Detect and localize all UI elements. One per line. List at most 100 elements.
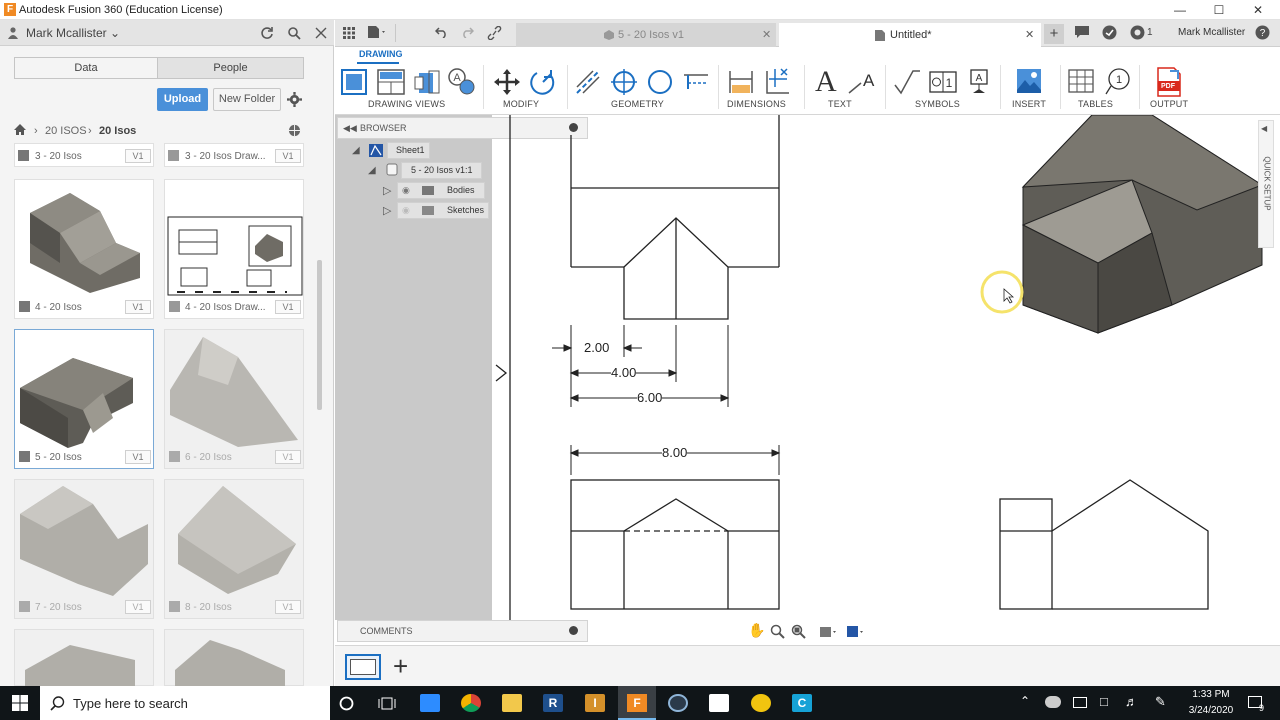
base-view-icon[interactable] — [341, 69, 367, 95]
dimension-label[interactable]: 2.00 — [584, 340, 610, 355]
file-card[interactable]: 4 - 20 Isos Draw... V1 — [164, 179, 304, 319]
sticky-app-icon[interactable] — [751, 694, 771, 712]
group-label-geometry[interactable]: GEOMETRY — [611, 99, 664, 109]
group-label-tables[interactable]: TABLES — [1078, 99, 1113, 109]
task-view-icon[interactable] — [378, 696, 396, 711]
group-label-text[interactable]: TEXT — [828, 99, 852, 109]
expand-arrow-icon[interactable]: ◢ — [368, 165, 376, 176]
cortana-icon[interactable] — [339, 696, 354, 711]
detail-view-icon[interactable]: A — [447, 67, 475, 95]
notifications-icon[interactable] — [1130, 25, 1145, 40]
file-explorer-icon[interactable] — [502, 694, 522, 712]
user-menu[interactable]: Mark Mcallister ⌄ — [26, 26, 120, 40]
upload-button[interactable]: Upload — [157, 88, 208, 111]
browser-node-sheet[interactable]: Sheet1 — [387, 142, 430, 159]
show-hidden-icons[interactable]: ⌃ — [1020, 694, 1030, 708]
datum-identifier-icon[interactable]: A — [967, 69, 991, 95]
centerline-icon[interactable] — [575, 69, 601, 95]
section-view-icon[interactable] — [413, 69, 441, 95]
visibility-eye-icon[interactable]: ◉ — [402, 183, 410, 198]
file-card[interactable]: 3 - 20 Isos V1 — [14, 143, 154, 167]
version-badge[interactable]: V1 — [275, 450, 301, 464]
group-label-drawing-views[interactable]: DRAWING VIEWS — [368, 99, 445, 109]
network-icon[interactable]: □ — [1100, 694, 1108, 709]
chrome-icon[interactable] — [461, 694, 481, 712]
dimension-icon[interactable] — [727, 69, 755, 95]
close-panel-icon[interactable] — [315, 27, 327, 39]
group-label-modify[interactable]: MODIFY — [503, 99, 539, 109]
balloon-icon[interactable]: 1 — [1105, 67, 1131, 95]
projected-view-icon[interactable] — [377, 69, 405, 95]
refresh-icon[interactable] — [260, 26, 274, 40]
help-icon[interactable]: ? — [1255, 25, 1270, 40]
search-icon[interactable] — [287, 26, 301, 40]
insert-image-icon[interactable] — [1016, 68, 1042, 94]
expand-icon[interactable]: ◀ — [1261, 124, 1267, 133]
new-tab-button[interactable]: + — [1044, 24, 1064, 44]
job-status-icon[interactable] — [1102, 25, 1117, 40]
undo-icon[interactable] — [435, 26, 448, 38]
globe-icon[interactable] — [288, 124, 301, 137]
zoom-icon[interactable] — [770, 624, 785, 639]
sheet-settings-icon[interactable] — [846, 624, 864, 639]
cad-app-icon[interactable]: C — [792, 694, 812, 712]
zoom-app-icon[interactable] — [420, 694, 440, 712]
media-app-icon[interactable] — [668, 694, 688, 712]
move-icon[interactable] — [493, 68, 521, 96]
quick-setup-panel[interactable]: ◀ QUICK SETUP — [1258, 120, 1274, 248]
clock-date[interactable]: 3/24/2020 — [1181, 705, 1241, 716]
breadcrumb-item-project[interactable]: 20 ISOS — [45, 125, 87, 137]
file-menu-icon[interactable] — [367, 25, 387, 39]
surface-texture-icon[interactable] — [893, 69, 921, 95]
collapse-arrow-icon[interactable]: ▷ — [383, 184, 391, 197]
text-tool-icon[interactable]: A — [815, 65, 837, 99]
link-icon[interactable] — [487, 26, 502, 40]
tab-document-2[interactable]: Untitled* ✕ — [779, 23, 1041, 47]
browser-node-bodies[interactable]: ◉ Bodies — [397, 182, 485, 199]
table-icon[interactable] — [1068, 69, 1094, 93]
browser-node-sketches[interactable]: ◉ Sketches — [397, 202, 489, 219]
comments-panel-header[interactable]: COMMENTS — [337, 620, 588, 642]
file-card[interactable]: 7 - 20 Isos V1 — [14, 479, 154, 619]
file-card[interactable]: 8 - 20 Isos V1 — [164, 479, 304, 619]
center-mark-icon[interactable] — [610, 68, 638, 96]
fusion-taskbar-active[interactable]: F — [618, 686, 656, 720]
inventor-icon[interactable]: I — [585, 694, 605, 712]
version-badge[interactable]: V1 — [275, 149, 301, 163]
collapse-icon[interactable]: ◀◀ — [343, 118, 357, 138]
close-tab-icon[interactable]: ✕ — [1025, 23, 1034, 47]
group-label-output[interactable]: OUTPUT — [1150, 99, 1188, 109]
gear-icon[interactable] — [287, 92, 302, 107]
rotate-icon[interactable] — [529, 68, 557, 96]
file-card[interactable]: 3 - 20 Isos Draw... V1 — [164, 143, 304, 167]
scrollbar-thumb[interactable] — [317, 260, 322, 410]
account-user[interactable]: Mark Mcallister — [1178, 27, 1245, 38]
edge-extension-icon[interactable] — [682, 69, 710, 95]
tab-people[interactable]: People — [157, 57, 304, 79]
taskbar-search-box[interactable]: Type here to search — [40, 686, 330, 720]
display-icon[interactable] — [1073, 697, 1087, 708]
camera-icon[interactable] — [709, 694, 729, 712]
windows-start-icon[interactable] — [12, 695, 28, 711]
note-icon[interactable]: A — [847, 71, 877, 95]
group-label-symbols[interactable]: SYMBOLS — [915, 99, 960, 109]
close-window-button[interactable]: ✕ — [1246, 2, 1270, 18]
close-tab-icon[interactable]: ✕ — [762, 23, 771, 47]
feature-control-frame-icon[interactable]: 1 — [929, 71, 957, 93]
tab-document-1[interactable]: 5 - 20 Isos v1 ✕ — [516, 23, 776, 47]
group-label-insert[interactable]: INSERT — [1012, 99, 1046, 109]
home-icon[interactable] — [14, 124, 26, 135]
dimension-label[interactable]: 8.00 — [662, 445, 688, 460]
version-badge[interactable]: V1 — [125, 300, 151, 314]
pan-icon[interactable]: ✋ — [748, 622, 765, 639]
pdf-output-icon[interactable] — [1156, 67, 1182, 97]
visibility-eye-icon[interactable]: ◉ — [402, 203, 410, 218]
group-label-dimensions[interactable]: DIMENSIONS — [727, 99, 786, 109]
sheet-thumbnail[interactable] — [345, 654, 381, 680]
tab-data[interactable]: Data — [14, 57, 158, 79]
zoom-window-icon[interactable] — [791, 624, 806, 639]
app-grid-icon[interactable] — [343, 27, 355, 39]
minimize-button[interactable]: — — [1168, 2, 1192, 18]
add-sheet-button[interactable]: + — [393, 653, 408, 679]
file-card[interactable]: 6 - 20 Isos V1 — [164, 329, 304, 469]
